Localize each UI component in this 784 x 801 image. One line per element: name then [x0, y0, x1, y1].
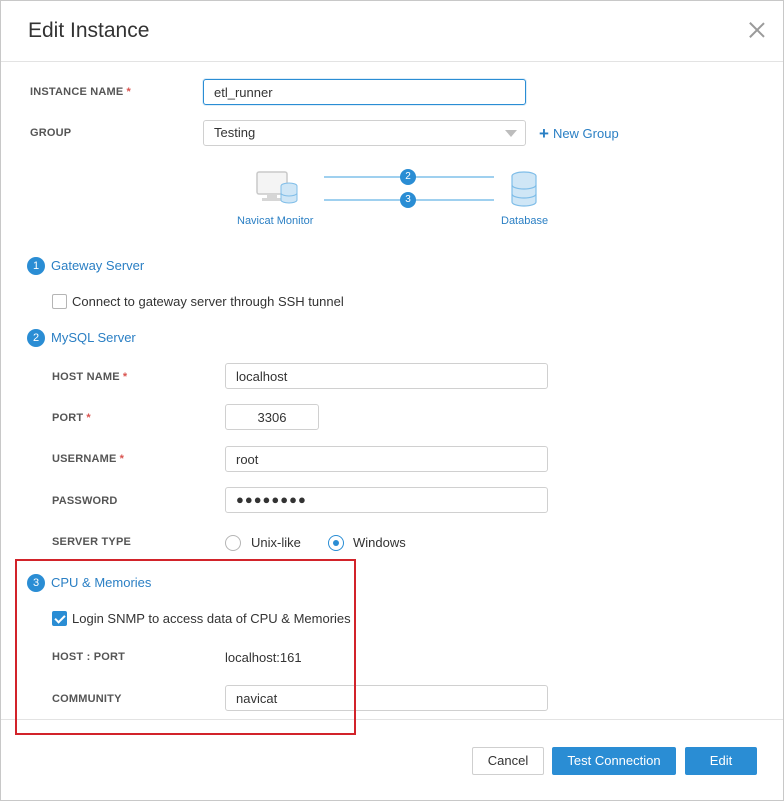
- instance-name-label: INSTANCE NAME *: [30, 86, 131, 98]
- cancel-button[interactable]: Cancel: [472, 747, 544, 775]
- dialog-title: Edit Instance: [28, 19, 150, 42]
- server-type-unix-label: Unix-like: [251, 535, 301, 550]
- server-type-windows-radio[interactable]: [328, 535, 344, 551]
- password-mask: ●●●●●●●●: [236, 492, 307, 507]
- step-badge: 3: [27, 574, 45, 592]
- instance-name-input[interactable]: [203, 79, 526, 105]
- group-select-value: Testing: [214, 125, 256, 140]
- username-label: USERNAME *: [52, 453, 124, 465]
- password-label: PASSWORD: [52, 495, 118, 507]
- edit-instance-dialog: Edit Instance INSTANCE NAME* GROUP Testi…: [0, 0, 784, 801]
- group-select[interactable]: Testing: [203, 120, 526, 146]
- host-name-input[interactable]: [225, 363, 548, 389]
- required-mark: *: [119, 453, 125, 465]
- required-mark: *: [126, 86, 131, 98]
- snmp-login-checkbox[interactable]: [52, 611, 67, 626]
- host-name-label-text: HOST NAME: [52, 371, 120, 383]
- required-mark: *: [122, 371, 128, 383]
- ssh-tunnel-label: Connect to gateway server through SSH tu…: [72, 294, 344, 309]
- instance-name-label-text: INSTANCE NAME: [30, 86, 124, 98]
- gateway-server-title: Gateway Server: [51, 258, 145, 273]
- server-type-label: SERVER TYPE: [52, 536, 132, 548]
- host-port-label: HOST : PORT: [52, 651, 126, 663]
- username-input[interactable]: [225, 446, 548, 472]
- password-input[interactable]: ●●●●●●●●: [225, 487, 548, 513]
- gateway-server-section: 1 Gateway Server: [27, 257, 144, 275]
- connection-step-badge: 3: [400, 192, 416, 208]
- ssh-tunnel-checkbox[interactable]: [52, 294, 67, 309]
- database-label: Database: [501, 215, 549, 227]
- cpu-memories-section: 3 CPU & Memories: [27, 574, 151, 592]
- host-name-label: HOST NAME *: [52, 371, 127, 383]
- community-label: COMMUNITY: [52, 693, 122, 705]
- community-input[interactable]: [225, 685, 548, 711]
- mysql-server-section: 2 MySQL Server: [27, 329, 136, 347]
- connection-step-badge: 2: [400, 169, 416, 185]
- username-label-text: USERNAME: [52, 453, 117, 465]
- port-label-text: PORT: [52, 412, 84, 424]
- header-divider: [1, 61, 783, 62]
- server-type-windows-label: Windows: [353, 535, 406, 550]
- footer-divider: [1, 719, 783, 720]
- snmp-login-label: Login SNMP to access data of CPU & Memor…: [72, 611, 351, 626]
- navicat-monitor-label: Navicat Monitor: [237, 215, 314, 227]
- new-group-label: New Group: [552, 126, 619, 141]
- plus-icon: +: [539, 124, 549, 143]
- cpu-memories-title: CPU & Memories: [51, 575, 152, 590]
- step-badge: 2: [27, 329, 45, 347]
- new-group-link[interactable]: + New Group: [539, 124, 619, 144]
- chevron-down-icon: [505, 130, 517, 137]
- group-label: GROUP: [30, 127, 72, 139]
- step-badge: 1: [27, 257, 45, 275]
- edit-button[interactable]: Edit: [685, 747, 757, 775]
- port-input[interactable]: [225, 404, 319, 430]
- mysql-server-title: MySQL Server: [51, 330, 136, 345]
- port-label: PORT *: [52, 412, 91, 424]
- host-port-value: localhost:161: [225, 650, 302, 665]
- server-type-unix-radio[interactable]: [225, 535, 241, 551]
- monitor-server-icon: [256, 171, 298, 204]
- test-connection-button[interactable]: Test Connection: [552, 747, 676, 775]
- close-icon[interactable]: [745, 18, 769, 42]
- required-mark: *: [86, 412, 91, 424]
- database-icon: [511, 171, 537, 207]
